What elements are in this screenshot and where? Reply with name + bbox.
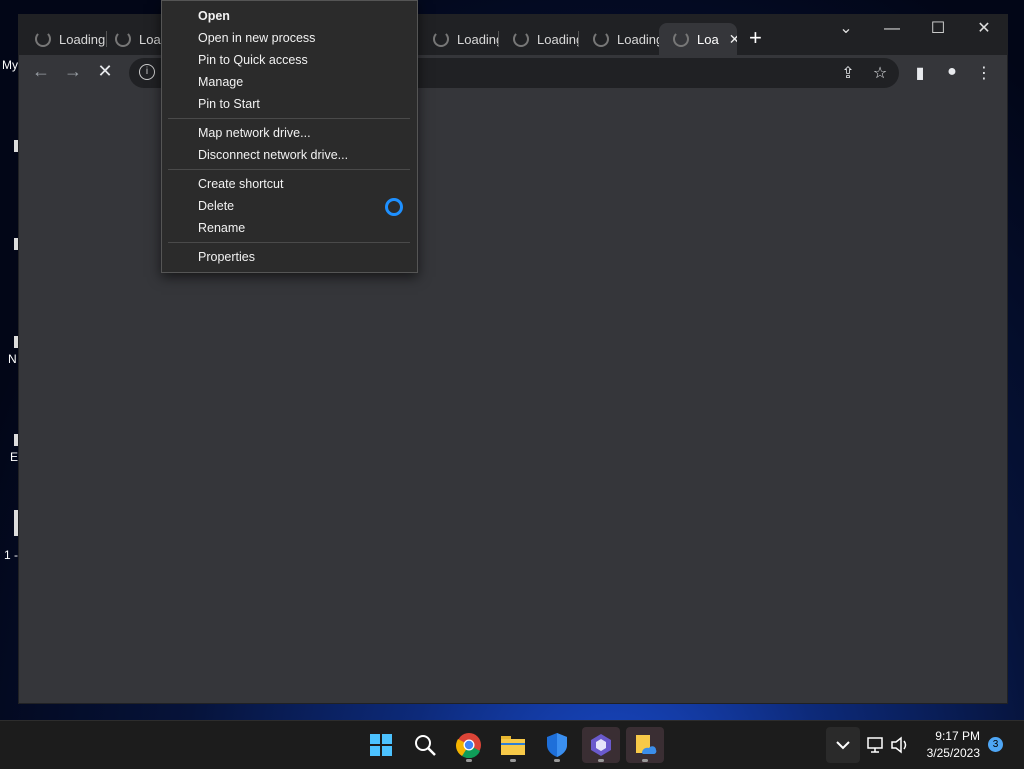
menu-item-delete[interactable]: Delete — [198, 199, 234, 213]
tab-search-button[interactable]: ⌄ — [823, 17, 869, 41]
desktop-icon-label[interactable]: 1 - — [4, 548, 18, 562]
loading-spinner-icon — [513, 31, 529, 47]
menu-item-properties[interactable]: Properties — [198, 250, 255, 264]
onedrive-folder-icon[interactable] — [626, 727, 664, 763]
loading-spinner-icon — [593, 31, 609, 47]
side-panel-icon[interactable]: ▮ — [909, 63, 931, 83]
tab-title: Loading — [59, 31, 106, 47]
loading-spinner-icon — [115, 31, 131, 47]
minimize-button[interactable]: — — [869, 17, 915, 41]
notification-badge[interactable]: 3 — [988, 737, 1003, 752]
loading-spinner-icon — [433, 31, 449, 47]
tab-title: Load — [139, 31, 163, 47]
share-icon[interactable]: ⇪ — [837, 63, 859, 83]
maximize-button[interactable]: ☐ — [915, 17, 961, 41]
tab[interactable]: Loading — [499, 23, 579, 55]
desktop-icon-label[interactable]: My — [2, 58, 18, 72]
tab[interactable]: Load — [101, 23, 163, 55]
tab-active[interactable]: Loa ✕ — [659, 23, 737, 55]
context-menu: Open Open in new process Pin to Quick ac… — [161, 0, 418, 273]
chrome-icon[interactable] — [450, 727, 488, 763]
file-explorer-icon[interactable] — [494, 727, 532, 763]
menu-item-manage[interactable]: Manage — [198, 75, 243, 89]
tab-title: Loading — [537, 31, 579, 47]
tab-title: Loa — [697, 31, 719, 47]
loading-spinner-icon — [673, 31, 689, 47]
show-hidden-icons-chevron-icon[interactable] — [826, 727, 860, 763]
menu-item-open[interactable]: Open — [198, 9, 230, 23]
menu-item-rename[interactable]: Rename — [198, 221, 245, 235]
desktop-icon-label[interactable]: N — [8, 352, 17, 366]
bookmark-star-icon[interactable]: ☆ — [869, 63, 891, 83]
busy-cursor-icon — [385, 198, 403, 216]
start-icon[interactable] — [362, 727, 400, 763]
loading-spinner-icon — [35, 31, 51, 47]
close-window-button[interactable]: ✕ — [961, 17, 1007, 41]
tab-title: Loading — [617, 31, 659, 47]
menu-separator — [168, 242, 410, 243]
more-menu-icon[interactable]: ⋮ — [973, 63, 995, 83]
tab[interactable]: Loading — [419, 23, 499, 55]
menu-item-pin-start[interactable]: Pin to Start — [198, 97, 260, 111]
clock-time[interactable]: 9:17 PM — [930, 729, 980, 743]
network-icon[interactable] — [864, 727, 888, 763]
app-icon[interactable] — [582, 727, 620, 763]
tab-title: Loading — [457, 31, 499, 47]
taskbar: 9:17 PM 3/25/2023 3 — [0, 720, 1024, 769]
tab[interactable]: Loading — [21, 23, 107, 55]
desktop-icon-label[interactable]: E — [10, 450, 18, 464]
menu-item-create-shortcut[interactable]: Create shortcut — [198, 177, 283, 191]
forward-button[interactable]: → — [61, 61, 85, 82]
menu-item-disconnect-network-drive[interactable]: Disconnect network drive... — [198, 148, 348, 162]
back-button[interactable]: ← — [29, 61, 53, 82]
menu-item-pin-quick-access[interactable]: Pin to Quick access — [198, 53, 308, 67]
stop-loading-button[interactable]: ✕ — [93, 61, 117, 82]
volume-icon[interactable] — [888, 727, 912, 763]
tab-close-icon[interactable]: ✕ — [729, 31, 737, 48]
defender-icon[interactable] — [538, 727, 576, 763]
profile-icon[interactable]: ● — [941, 63, 963, 81]
new-tab-button[interactable]: + — [749, 25, 762, 51]
clock-date[interactable]: 3/25/2023 — [920, 746, 980, 760]
site-info-icon[interactable]: i — [139, 64, 155, 80]
search-icon[interactable] — [406, 727, 444, 763]
menu-item-map-network-drive[interactable]: Map network drive... — [198, 126, 311, 140]
tab[interactable]: Loading — [579, 23, 659, 55]
menu-separator — [168, 118, 410, 119]
menu-item-open-new-process[interactable]: Open in new process — [198, 31, 315, 45]
menu-separator — [168, 169, 410, 170]
